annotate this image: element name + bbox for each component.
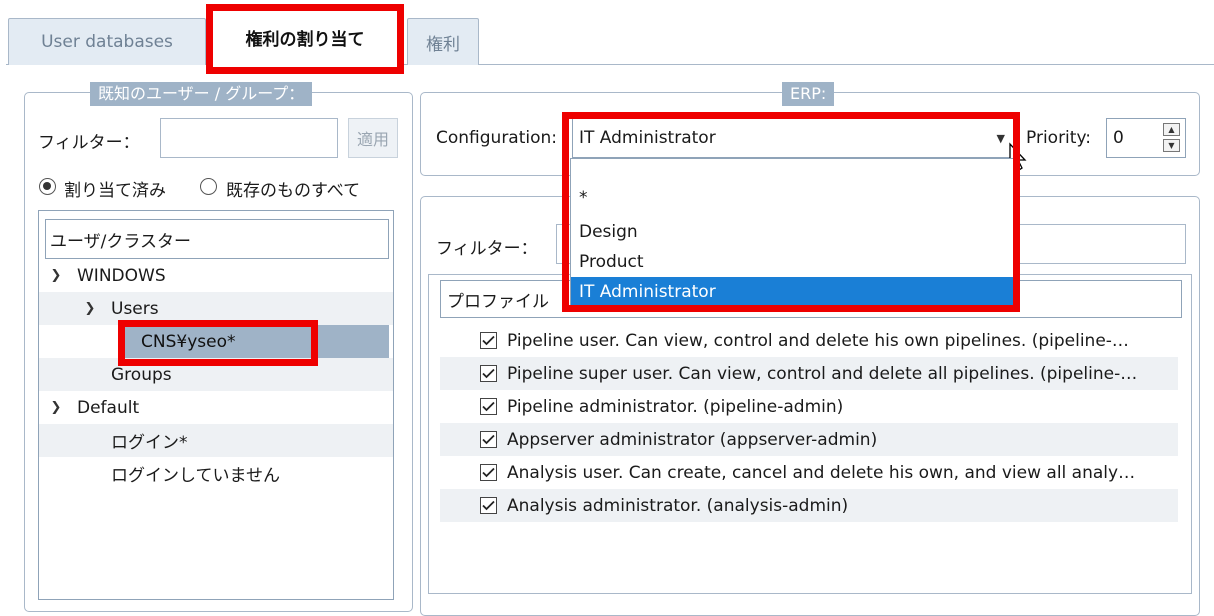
profile-row[interactable]: Analysis user. Can create, cancel and de…	[440, 456, 1178, 489]
profile-label: Pipeline super user. Can view, control a…	[507, 363, 1138, 384]
checkbox[interactable]	[480, 497, 497, 514]
tree-node-label: Users	[111, 298, 159, 319]
profile-label: Analysis user. Can create, cancel and de…	[507, 462, 1136, 483]
tree-node-label: ログイン*	[111, 433, 188, 453]
profiles-header-label: プロファイル	[447, 291, 549, 312]
checkmark-icon	[482, 467, 495, 478]
checkmark-icon	[482, 401, 495, 412]
tab-rights[interactable]: 権利	[407, 18, 479, 65]
checkbox[interactable]	[480, 431, 497, 448]
user-filter-input[interactable]	[160, 118, 338, 158]
priority-value: 0	[1113, 128, 1124, 148]
tree-node-label: ログインしていません	[111, 466, 280, 486]
radio-all-existing[interactable]	[200, 178, 217, 195]
radio-assigned[interactable]	[39, 178, 56, 195]
tree-header: ユーザ/クラスター	[45, 219, 389, 259]
erp-legend: ERP:	[782, 82, 835, 106]
checkbox[interactable]	[480, 398, 497, 415]
tree-node-not-logged-in[interactable]: ログインしていません	[39, 457, 393, 490]
highlight-box-user	[118, 320, 318, 366]
user-filter-label: フィルター：	[38, 133, 140, 153]
radio-all-existing-label: 既存のものすべて	[226, 181, 361, 201]
apply-button-label: 適用	[356, 130, 389, 149]
tree-node-windows[interactable]: ❯ WINDOWS	[39, 259, 393, 292]
tab-label: User databases	[41, 32, 173, 52]
checkmark-icon	[482, 368, 495, 379]
tree-header-label: ユーザ/クラスター	[50, 231, 192, 252]
chevron-down-icon[interactable]: ❯	[49, 400, 63, 415]
checkmark-icon	[482, 434, 495, 445]
checkbox[interactable]	[480, 365, 497, 382]
chevron-down-icon[interactable]: ❯	[83, 301, 97, 316]
tab-label: 権利	[426, 34, 460, 55]
tree-node-login[interactable]: ログイン*	[39, 424, 393, 457]
user-tree: ユーザ/クラスター ❯ WINDOWS ❯ Users CNS¥yseo* Gr…	[38, 210, 394, 600]
highlight-box-dropdown	[562, 112, 1020, 312]
profile-label: Analysis administrator. (analysis-admin)	[507, 495, 849, 516]
spinner-down-icon[interactable]: ▼	[1163, 139, 1180, 152]
tree-node-label: Default	[77, 397, 140, 418]
profile-row[interactable]: Pipeline administrator. (pipeline-admin)	[440, 390, 1178, 423]
checkmark-icon	[482, 500, 495, 511]
radio-assigned-label: 割り当て済み	[64, 181, 166, 201]
tree-node-label: WINDOWS	[77, 265, 166, 286]
profile-row[interactable]: Pipeline user. Can view, control and del…	[440, 324, 1178, 357]
apply-button[interactable]: 適用	[348, 118, 398, 158]
profile-label: Pipeline administrator. (pipeline-admin)	[507, 396, 844, 417]
checkbox[interactable]	[480, 464, 497, 481]
priority-spinner[interactable]: 0 ▲ ▼	[1106, 118, 1186, 158]
priority-label: Priority:	[1026, 128, 1091, 148]
profile-label: Appserver administrator (appserver-admin…	[507, 429, 878, 450]
tab-user-databases[interactable]: User databases	[8, 18, 206, 65]
tree-node-label: Groups	[111, 364, 172, 385]
profile-row[interactable]: Pipeline super user. Can view, control a…	[440, 357, 1178, 390]
chevron-down-icon[interactable]: ❯	[49, 268, 63, 283]
checkmark-icon	[482, 335, 495, 346]
tree-node-default[interactable]: ❯ Default	[39, 391, 393, 424]
profile-row[interactable]: Analysis administrator. (analysis-admin)	[440, 489, 1178, 522]
profile-filter-label: フィルター：	[436, 239, 538, 259]
profile-row[interactable]: Appserver administrator (appserver-admin…	[440, 423, 1178, 456]
spinner-up-icon[interactable]: ▲	[1163, 123, 1180, 136]
highlight-box-tab	[206, 4, 404, 74]
configuration-label: Configuration:	[436, 128, 558, 148]
known-users-legend: 既知のユーザー / グループ：	[90, 82, 313, 106]
profile-label: Pipeline user. Can view, control and del…	[507, 330, 1129, 351]
checkbox[interactable]	[480, 332, 497, 349]
